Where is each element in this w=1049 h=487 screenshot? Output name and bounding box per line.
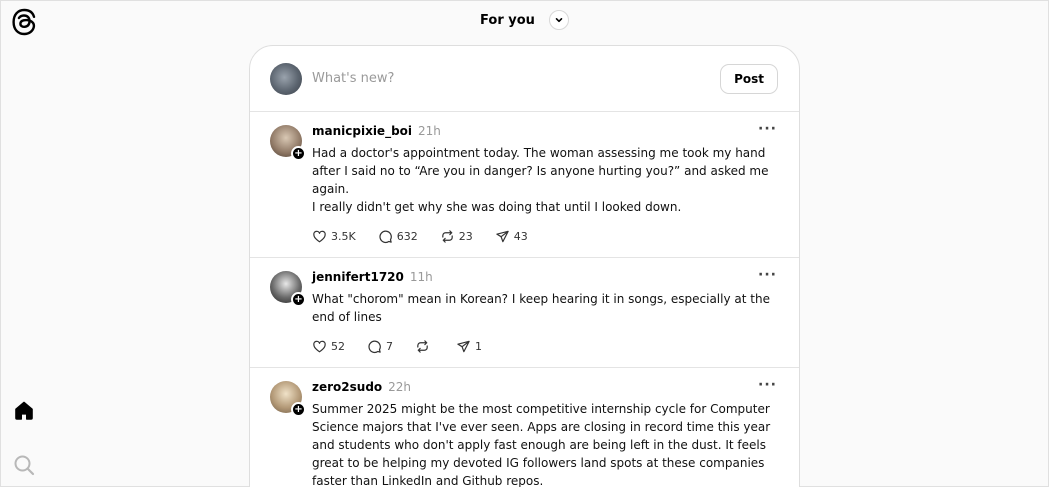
post-item[interactable]: + zero2sudo 22h ··· Summer 2025 might be…	[250, 368, 799, 487]
chevron-down-icon	[555, 18, 563, 23]
reply-count: 7	[386, 339, 393, 353]
post-actions: 3.5K 632 23 43	[312, 227, 779, 245]
feed-panel: What's new? Post + manicpixie_boi 21h ··…	[249, 45, 800, 487]
share-count: 1	[475, 339, 482, 353]
share-icon	[495, 230, 509, 242]
feed-switcher-button[interactable]	[548, 10, 569, 30]
share-count: 43	[513, 229, 528, 243]
post-timestamp: 11h	[409, 270, 433, 284]
more-icon[interactable]: ···	[758, 377, 777, 393]
post-text: Had a doctor's appointment today. The wo…	[312, 146, 769, 214]
new-post-input[interactable]: What's new?	[312, 71, 720, 86]
avatar[interactable]	[270, 62, 302, 95]
avatar[interactable]: +	[270, 125, 306, 161]
post-timestamp: 21h	[418, 124, 441, 138]
more-icon[interactable]: ···	[758, 121, 777, 137]
post-username[interactable]: manicpixie_boi	[312, 124, 412, 138]
repost-icon	[417, 339, 428, 353]
post-item[interactable]: + manicpixie_boi 21h ··· Had a doctor's …	[250, 112, 799, 258]
heart-icon	[313, 230, 326, 242]
post-text: What "chorom" mean in Korean? I keep hea…	[312, 292, 770, 324]
like-button[interactable]: 3.5K	[312, 229, 356, 244]
like-count: 52	[331, 339, 345, 353]
reply-count: 632	[396, 229, 418, 243]
avatar[interactable]: +	[270, 271, 306, 307]
feed-header: For you	[1, 1, 1048, 39]
repost-button[interactable]: 23	[440, 229, 473, 244]
post-timestamp: 22h	[388, 380, 412, 394]
reply-button[interactable]: 7	[367, 339, 393, 354]
post-button[interactable]: Post	[720, 63, 778, 94]
post-actions: 52 7 1	[312, 337, 779, 355]
more-icon[interactable]: ···	[758, 267, 777, 283]
home-icon[interactable]	[13, 399, 35, 421]
repost-icon	[441, 229, 453, 243]
follow-plus-icon[interactable]: +	[291, 292, 306, 307]
follow-plus-icon[interactable]: +	[291, 402, 306, 417]
feed-title: For you	[480, 12, 535, 28]
post-text: Summer 2025 might be the most competitiv…	[312, 402, 771, 487]
repost-count: 23	[458, 229, 473, 243]
post-username[interactable]: zero2sudo	[312, 380, 382, 394]
post-item[interactable]: + jennifert1720 11h ··· What "chorom" me…	[250, 258, 799, 368]
repost-button[interactable]	[415, 339, 434, 354]
comment-icon	[368, 340, 381, 353]
share-icon	[457, 340, 470, 352]
search-icon[interactable]	[13, 454, 35, 476]
share-button[interactable]: 1	[456, 339, 482, 354]
heart-icon	[313, 340, 326, 352]
comment-icon	[379, 230, 392, 243]
composer: What's new? Post	[250, 46, 799, 112]
like-count: 3.5K	[331, 229, 356, 243]
reply-button[interactable]: 632	[378, 229, 418, 244]
follow-plus-icon[interactable]: +	[291, 146, 306, 161]
like-button[interactable]: 52	[312, 339, 345, 354]
avatar[interactable]: +	[270, 381, 306, 417]
post-username[interactable]: jennifert1720	[312, 270, 404, 284]
share-button[interactable]: 43	[495, 229, 528, 244]
